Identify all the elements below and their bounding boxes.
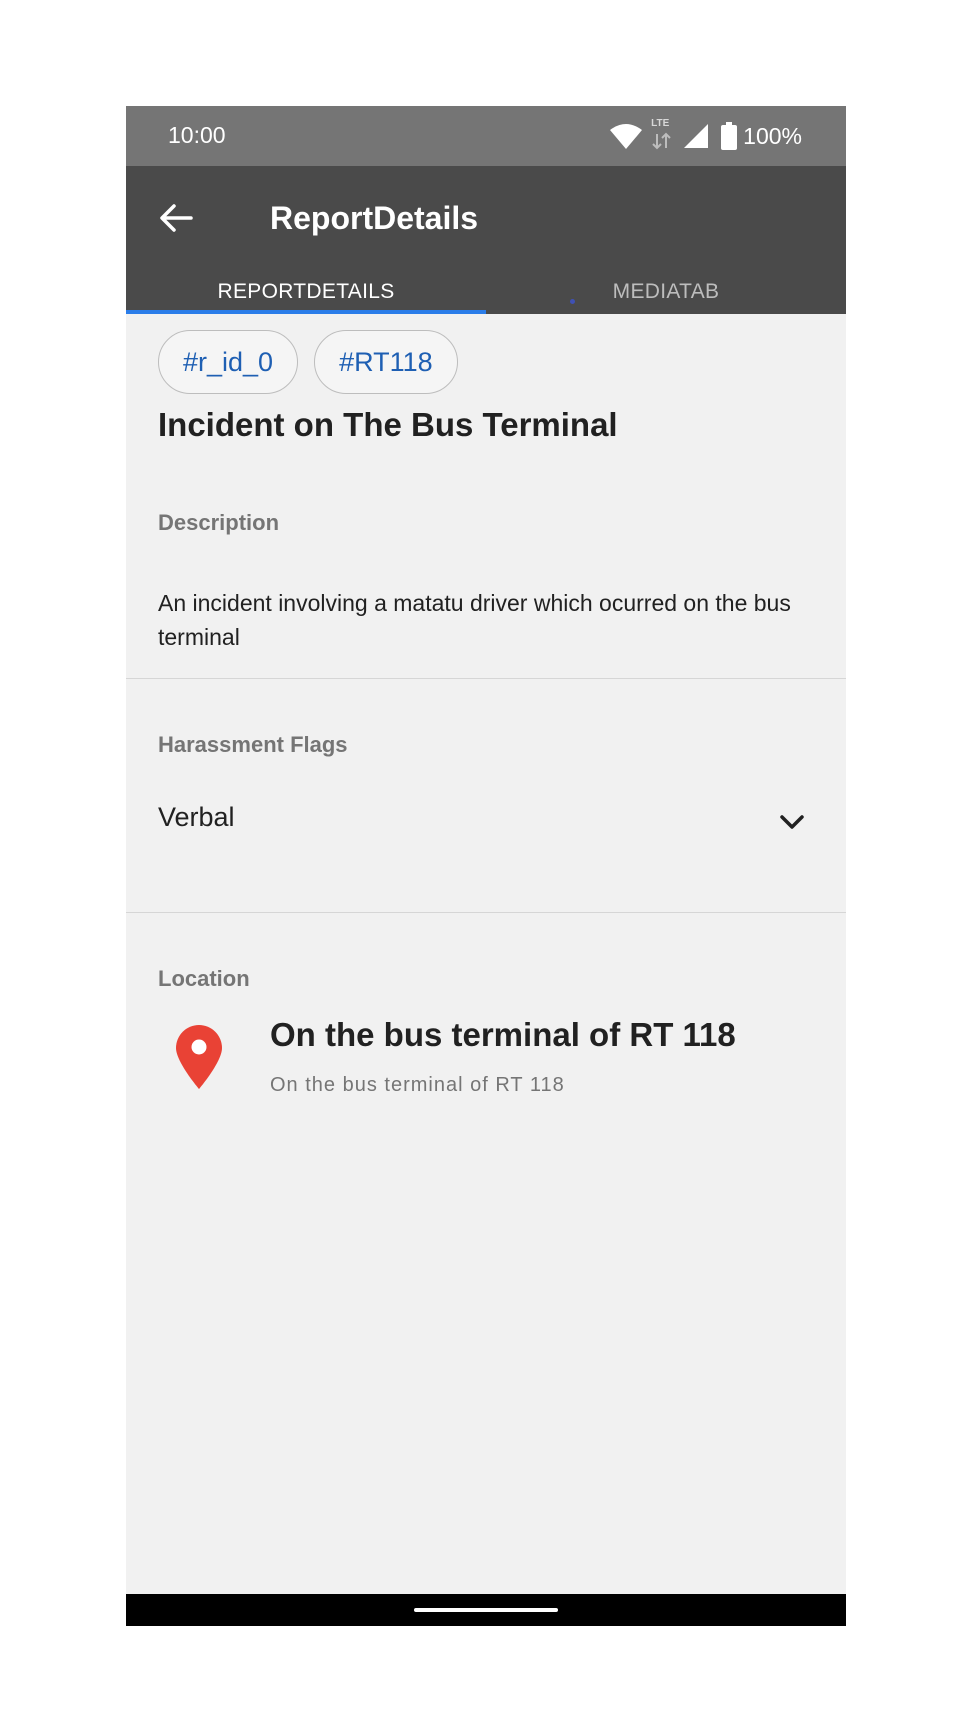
status-icons: LTE 100%: [609, 118, 802, 152]
tab-reportdetails[interactable]: REPORTDETAILS: [126, 264, 486, 314]
arrow-back-icon: [160, 204, 193, 232]
app-bar: ReportDetails REPORTDETAILS MEDIATAB: [126, 166, 846, 314]
ripple-dot: [570, 299, 575, 304]
phone-screen: 10:00 LTE 100% ReportDetails REPORTDETAI…: [126, 106, 846, 1626]
status-bar: 10:00 LTE 100%: [126, 106, 846, 166]
map-pin-icon: [176, 1025, 222, 1089]
navigation-bar: [126, 1594, 846, 1626]
harassment-flags-label: Harassment Flags: [158, 732, 348, 757]
location-title: On the bus terminal of RT 118: [270, 1016, 736, 1053]
tag-chip[interactable]: #r_id_0: [158, 330, 299, 394]
harassment-flag-dropdown[interactable]: Verbal: [126, 782, 846, 862]
battery-percent: 100%: [743, 122, 802, 149]
page-title: ReportDetails: [270, 200, 479, 236]
description-label: Description: [158, 510, 280, 535]
tab-label: REPORTDETAILS: [217, 280, 395, 303]
cell-signal-icon: [683, 123, 709, 149]
back-button[interactable]: [148, 190, 204, 246]
tag-chips: #r_id_0 #RT118: [158, 330, 458, 394]
divider: [126, 912, 846, 913]
location-label: Location: [158, 966, 250, 991]
chevron-down-icon: [780, 815, 804, 829]
battery-icon: [721, 122, 738, 150]
tab-indicator: [126, 310, 486, 314]
status-time: 10:00: [168, 122, 226, 148]
home-handle[interactable]: [414, 1608, 558, 1612]
lte-icon: LTE: [649, 118, 675, 152]
location-subtitle: On the bus terminal of RT 118: [270, 1074, 565, 1096]
description-text: An incident involving a matatu driver wh…: [158, 590, 791, 650]
report-title: Incident on The Bus Terminal: [158, 406, 618, 443]
tab-label: MEDIATAB: [612, 280, 720, 303]
divider: [126, 678, 846, 679]
tab-mediatab[interactable]: MEDIATAB: [486, 264, 846, 314]
tag-chip[interactable]: #RT118: [314, 330, 458, 394]
wifi-icon: [609, 122, 643, 150]
flag-selected-value: Verbal: [158, 802, 235, 832]
tab-bar: REPORTDETAILS MEDIATAB: [126, 264, 846, 314]
